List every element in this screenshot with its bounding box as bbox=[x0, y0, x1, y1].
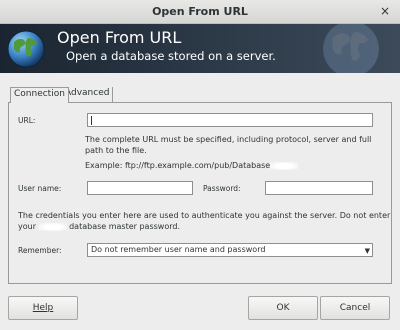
banner-subtitle: Open a database stored on a server. bbox=[66, 49, 276, 63]
url-example: Example: ftp://ftp.example.com/pub/Datab… bbox=[85, 160, 299, 171]
redacted-blur bbox=[270, 161, 299, 170]
redacted-blur bbox=[38, 222, 67, 231]
cancel-button[interactable]: Cancel bbox=[320, 296, 390, 320]
close-icon[interactable]: × bbox=[378, 4, 392, 18]
url-input[interactable] bbox=[87, 113, 373, 127]
remember-select-value: Do not remember user name and password bbox=[91, 245, 266, 254]
remember-select[interactable]: Do not remember user name and password ▼ bbox=[87, 243, 373, 257]
remember-label: Remember: bbox=[18, 246, 62, 255]
text-cursor bbox=[91, 116, 92, 125]
dropdown-arrow-icon: ▼ bbox=[364, 247, 370, 255]
username-label: User name: bbox=[18, 184, 62, 193]
cancel-button-label: Cancel bbox=[339, 303, 371, 313]
url-label: URL: bbox=[18, 116, 36, 125]
banner-title: Open From URL bbox=[57, 28, 182, 47]
dialog-banner: Open From URL Open a database stored on … bbox=[0, 24, 400, 73]
password-label: Password: bbox=[203, 184, 241, 193]
window-titlebar: Open From URL × bbox=[0, 0, 400, 24]
password-input[interactable] bbox=[265, 181, 373, 195]
credentials-note-part-2: database master password. bbox=[69, 222, 181, 231]
url-help-line-2: path to the file. bbox=[85, 146, 147, 155]
window-title: Open From URL bbox=[152, 5, 248, 18]
credentials-note-line-2: your database master password. bbox=[18, 221, 180, 232]
globe-icon bbox=[7, 30, 45, 68]
ok-button-label: OK bbox=[276, 303, 290, 313]
credentials-note-part-1: your bbox=[18, 222, 36, 231]
globe-watermark-icon bbox=[323, 24, 379, 73]
username-input[interactable] bbox=[87, 181, 193, 195]
tab-advanced[interactable]: Advanced bbox=[62, 87, 114, 102]
ok-button[interactable]: OK bbox=[248, 296, 318, 320]
url-example-text: Example: ftp://ftp.example.com/pub/Datab… bbox=[85, 161, 271, 170]
credentials-note-line-1: The credentials you enter here are used … bbox=[18, 211, 391, 220]
help-button[interactable]: Help bbox=[8, 296, 78, 320]
help-button-label: Help bbox=[32, 303, 54, 313]
tab-connection[interactable]: Connection bbox=[10, 87, 69, 103]
url-help-line-1: The complete URL must be specified, incl… bbox=[85, 135, 372, 144]
